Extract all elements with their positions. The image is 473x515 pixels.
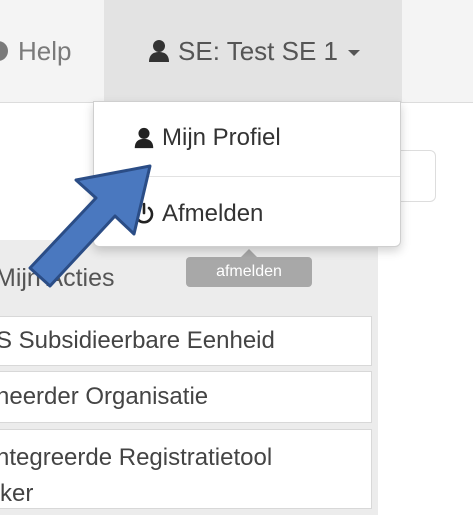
logout-tooltip: afmelden (186, 249, 312, 287)
user-icon (146, 38, 172, 64)
list-item-label: heerder Organisatie (0, 383, 209, 410)
list-item[interactable]: ntegreerde Registratietool ker (0, 429, 372, 509)
menu-item-label: Afmelden (162, 200, 264, 227)
top-navbar: Help SE: Test SE 1 (0, 0, 473, 103)
help-link[interactable]: Help (0, 0, 71, 102)
power-icon (132, 202, 156, 226)
list-item-label: S Subsidieerbare Eenheid (0, 327, 275, 354)
user-menu-toggle[interactable]: SE: Test SE 1 (104, 0, 402, 102)
menu-divider (94, 176, 400, 177)
menu-item-logout[interactable]: Afmelden (94, 180, 400, 248)
menu-item-my-profile[interactable]: Mijn Profiel (94, 102, 400, 174)
search-box-edge[interactable] (395, 150, 436, 202)
user-label: SE: Test SE 1 (178, 35, 338, 66)
tooltip-text: afmelden (216, 263, 282, 280)
caret-down-icon (347, 50, 360, 56)
list-item[interactable]: S Subsidieerbare Eenheid (0, 316, 372, 366)
list-item-label: ntegreerde Registratietool ker (0, 444, 273, 507)
menu-item-label: Mijn Profiel (162, 124, 281, 151)
actions-header-label: Mijn Acties (0, 263, 115, 292)
user-dropdown-menu: Mijn Profiel Afmelden (93, 101, 401, 247)
user-icon (132, 126, 156, 150)
screenshot-page: Help SE: Test SE 1 Mijn Acties afmelden … (0, 0, 473, 515)
help-circle-icon (0, 38, 14, 64)
list-item[interactable]: heerder Organisatie (0, 371, 372, 423)
help-label: Help (18, 35, 72, 66)
